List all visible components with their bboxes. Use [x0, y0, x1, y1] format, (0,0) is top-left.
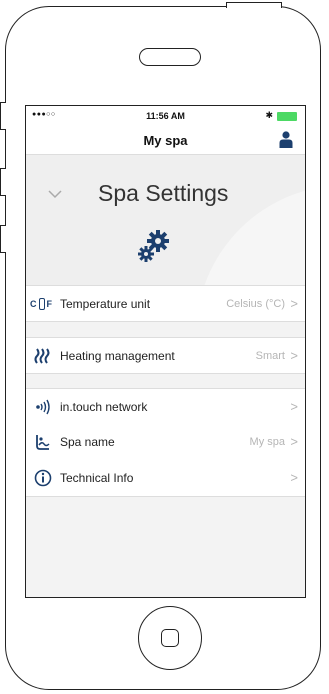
mute-switch [0, 102, 6, 130]
chevron-down-icon[interactable] [48, 189, 62, 199]
battery-icon [277, 112, 297, 121]
speaker-grille [139, 48, 201, 66]
chevron-right-icon: > [290, 470, 298, 485]
row-technical-info[interactable]: Technical Info > [26, 460, 305, 497]
chevron-right-icon: > [290, 348, 298, 363]
user-icon[interactable] [279, 131, 293, 148]
row-intouch-network[interactable]: in.touch network > [26, 388, 305, 425]
row-label: Heating management [60, 349, 175, 363]
row-label: Spa name [60, 435, 115, 449]
network-icon [36, 399, 50, 415]
nav-bar: My spa [26, 126, 305, 155]
chevron-right-icon: > [290, 399, 298, 414]
heating-icon [34, 348, 50, 364]
row-spa-name[interactable]: Spa name My spa > [26, 424, 305, 461]
row-value: Celsius (°C) [226, 298, 285, 310]
info-icon [34, 469, 52, 487]
row-temperature-unit[interactable]: CF Temperature unit Celsius (°C) > [26, 285, 305, 322]
page-title: My spa [143, 133, 188, 148]
chevron-right-icon: > [290, 296, 298, 311]
gear-icon [138, 230, 169, 262]
volume-down-button [0, 225, 6, 253]
power-button [226, 2, 282, 8]
row-label: Temperature unit [60, 297, 151, 311]
row-label: Technical Info [60, 471, 134, 485]
temperature-unit-icon: CF [30, 298, 52, 310]
row-value: My spa [249, 436, 285, 448]
bluetooth-icon: ✱ [265, 110, 273, 120]
settings-header: Spa Settings [26, 155, 305, 285]
volume-up-button [0, 168, 6, 196]
screen: ●●●○○ 11:56 AM ✱ My spa Spa Settings C F… [25, 105, 306, 598]
spa-name-icon [36, 435, 50, 450]
home-button-square [161, 629, 179, 647]
settings-title: Spa Settings [98, 180, 229, 206]
home-button[interactable] [138, 606, 202, 670]
status-bar: ●●●○○ 11:56 AM ✱ [26, 106, 305, 126]
status-time: 11:56 AM [146, 111, 185, 121]
row-heating-management[interactable]: Heating management Smart > [26, 337, 305, 374]
row-value: Smart [255, 350, 285, 362]
row-label: in.touch network [60, 400, 148, 414]
chevron-right-icon: > [290, 434, 298, 449]
